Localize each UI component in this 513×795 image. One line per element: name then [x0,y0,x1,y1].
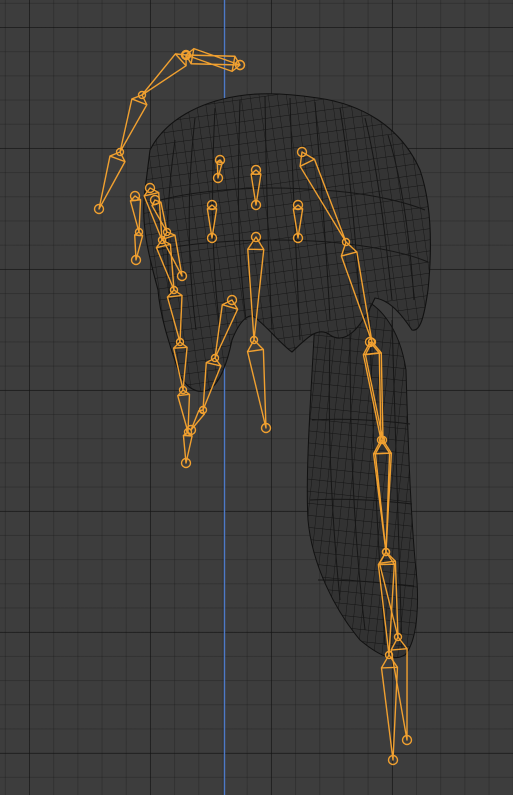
hair-mesh[interactable] [143,93,431,659]
bone-3[interactable] [98,151,126,210]
bone-2[interactable] [119,94,148,153]
3d-viewport[interactable] [0,0,513,795]
bone-1[interactable] [141,53,187,96]
bone-23[interactable] [129,195,142,233]
bone-16[interactable] [246,339,267,429]
bone-21[interactable] [177,389,191,433]
viewport-scene[interactable] [0,0,513,795]
